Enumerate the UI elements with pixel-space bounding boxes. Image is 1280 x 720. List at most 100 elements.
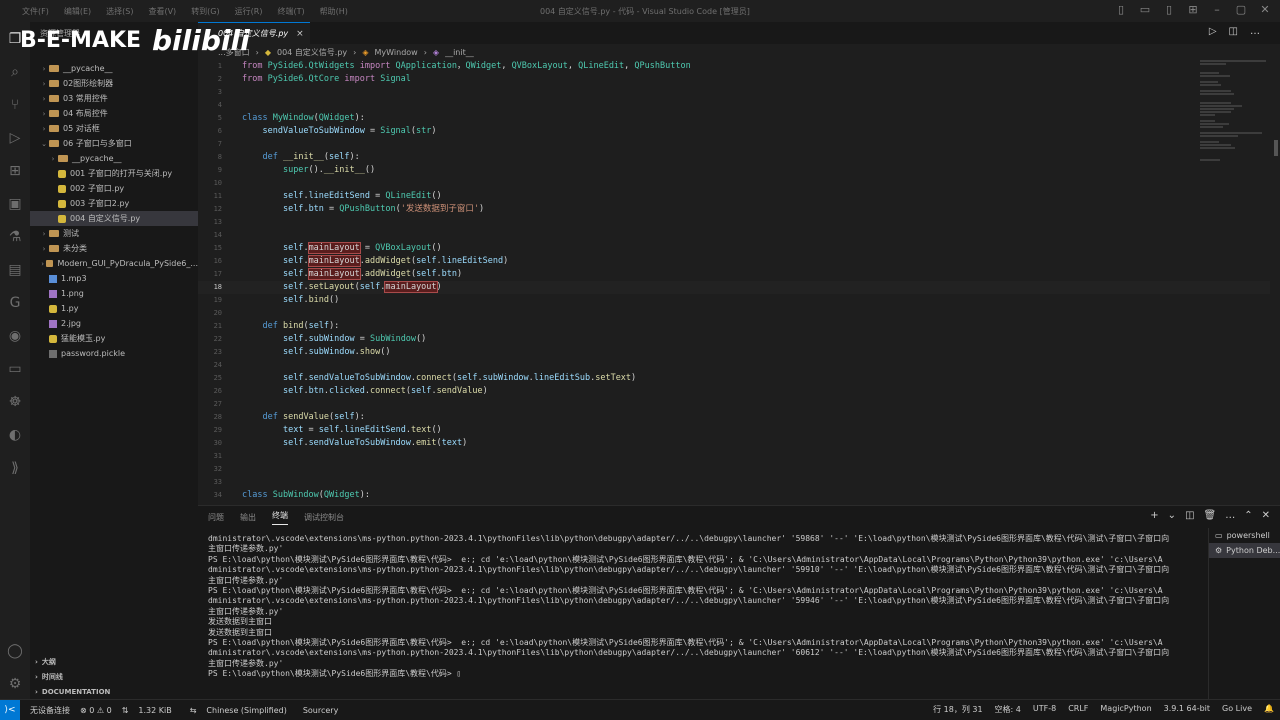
- python-interpreter[interactable]: 3.9.1 64-bit: [1164, 704, 1210, 715]
- manage-gear-icon[interactable]: ⚙: [0, 667, 30, 700]
- testing-icon[interactable]: ⚗: [0, 220, 30, 253]
- tree-folder[interactable]: ⌄ 06 子窗口与多窗口: [30, 136, 198, 151]
- menu-view[interactable]: 查看(V): [148, 6, 176, 17]
- indentation[interactable]: 空格: 4: [995, 704, 1021, 715]
- code-line[interactable]: 12 self.btn = QPushButton('发送数据到子窗口'): [198, 203, 1270, 216]
- notification-bell-icon[interactable]: 🔔: [1264, 704, 1274, 715]
- code-line[interactable]: 9 super().__init__(): [198, 164, 1270, 177]
- search-icon[interactable]: ⌕: [0, 55, 30, 88]
- settings-sync-icon[interactable]: ☸: [0, 385, 30, 418]
- code-line[interactable]: 23 self.subWindow.show(): [198, 346, 1270, 359]
- breadcrumb-method[interactable]: __init__: [445, 48, 474, 57]
- code-line[interactable]: 33: [198, 476, 1270, 489]
- breadcrumb-class[interactable]: MyWindow: [375, 48, 418, 57]
- code-line[interactable]: 21 def bind(self):: [198, 320, 1270, 333]
- bell-icon[interactable]: ⇅: [122, 706, 129, 715]
- layout-icon[interactable]: ⊞: [1186, 3, 1200, 16]
- menu-help[interactable]: 帮助(H): [320, 6, 348, 17]
- language-pack[interactable]: Chinese (Simplified): [206, 706, 286, 715]
- code-line[interactable]: 13: [198, 216, 1270, 229]
- docker-icon[interactable]: ▤: [0, 253, 30, 286]
- tree-folder[interactable]: › 03 常用控件: [30, 91, 198, 106]
- code-line[interactable]: 16 self.mainLayout.addWidget(self.lineEd…: [198, 255, 1270, 268]
- source-control-icon[interactable]: ⑂: [0, 88, 30, 121]
- go-live-button[interactable]: Go Live: [1222, 704, 1252, 715]
- code-line[interactable]: 25 self.sendValueToSubWindow.connect(sel…: [198, 372, 1270, 385]
- tree-folder[interactable]: › 02图形绘制器: [30, 76, 198, 91]
- toggle-panel-icon[interactable]: ▭: [1138, 3, 1152, 16]
- code-line[interactable]: 27: [198, 398, 1270, 411]
- tree-file[interactable]: 004 自定义信号.py: [30, 211, 198, 226]
- split-editor-icon[interactable]: ◫: [1229, 26, 1238, 37]
- code-line[interactable]: 18 self.setLayout(self.mainLayout): [198, 281, 1270, 294]
- toggle-secondary-sidebar-icon[interactable]: ▯: [1162, 3, 1176, 16]
- timeline-section[interactable]: › 时间线: [30, 670, 198, 684]
- code-line[interactable]: 14: [198, 229, 1270, 242]
- code-line[interactable]: 6 sendValueToSubWindow = Signal(str): [198, 125, 1270, 138]
- code-line[interactable]: 29 text = self.lineEditSend.text(): [198, 424, 1270, 437]
- account-icon[interactable]: ◯: [0, 634, 30, 667]
- tree-file[interactable]: 1.py: [30, 301, 198, 316]
- tree-folder[interactable]: › Modern_GUI_PyDracula_PySide6_...: [30, 256, 198, 271]
- more-actions-icon[interactable]: …: [1250, 26, 1260, 37]
- outline-section[interactable]: › 大纲: [30, 655, 198, 669]
- tab-problems[interactable]: 问题: [208, 512, 224, 523]
- code-line[interactable]: 24: [198, 359, 1270, 372]
- tree-file[interactable]: 2.jpg: [30, 316, 198, 331]
- folder-icon[interactable]: ▭: [0, 352, 30, 385]
- menu-selection[interactable]: 选择(S): [106, 6, 133, 17]
- code-line[interactable]: 2 from PySide6.QtCore import Signal: [198, 73, 1270, 86]
- tree-folder[interactable]: › __pycache__: [30, 151, 198, 166]
- code-line[interactable]: 31: [198, 450, 1270, 463]
- sourcery-status[interactable]: Sourcery: [303, 706, 339, 715]
- tree-file[interactable]: 002 子窗口.py: [30, 181, 198, 196]
- code-line[interactable]: 5 class MyWindow(QWidget):: [198, 112, 1270, 125]
- line-endings[interactable]: CRLF: [1068, 704, 1088, 715]
- code-line[interactable]: 34 class SubWindow(QWidget):: [198, 489, 1270, 502]
- tree-folder[interactable]: › 测试: [30, 226, 198, 241]
- more-icon[interactable]: …: [1225, 510, 1235, 521]
- browser-icon[interactable]: ◉: [0, 319, 30, 352]
- language-mode[interactable]: MagicPython: [1100, 704, 1151, 715]
- chevron-down-icon[interactable]: ⌄: [1168, 510, 1176, 521]
- code-line[interactable]: 26 self.btn.clicked.connect(self.sendVal…: [198, 385, 1270, 398]
- code-editor[interactable]: 1 from PySide6.QtWidgets import QApplicat…: [198, 60, 1270, 505]
- tree-file[interactable]: password.pickle: [30, 346, 198, 361]
- code-line[interactable]: 7: [198, 138, 1270, 151]
- split-terminal-icon[interactable]: ◫: [1185, 510, 1194, 521]
- terminal-output[interactable]: dministrator\.vscode\extensions\ms-pytho…: [208, 534, 1204, 700]
- edge-icon[interactable]: ◐: [0, 418, 30, 451]
- maximize-icon[interactable]: ▢: [1234, 3, 1248, 16]
- tree-file[interactable]: 猛能模玉.py: [30, 331, 198, 346]
- close-panel-icon[interactable]: ✕: [1262, 510, 1270, 521]
- remote-indicator[interactable]: ⟩<: [0, 699, 20, 720]
- code-line[interactable]: 19 self.bind(): [198, 294, 1270, 307]
- code-line[interactable]: 11 self.lineEditSend = QLineEdit(): [198, 190, 1270, 203]
- code-line[interactable]: 20: [198, 307, 1270, 320]
- code-line[interactable]: 30 self.sendValueToSubWindow.emit(text): [198, 437, 1270, 450]
- menu-run[interactable]: 运行(R): [235, 6, 263, 17]
- cursor-position[interactable]: 行 18，列 31: [933, 704, 982, 715]
- code-line[interactable]: 32: [198, 463, 1270, 476]
- tree-file[interactable]: 001 子窗口的打开与关闭.py: [30, 166, 198, 181]
- run-debug-icon[interactable]: ▷: [0, 121, 30, 154]
- terminal-python-debug[interactable]: ⚙ Python Deb...: [1209, 543, 1280, 558]
- tree-folder[interactable]: › 05 对话框: [30, 121, 198, 136]
- encoding[interactable]: UTF-8: [1033, 704, 1056, 715]
- extensions-icon[interactable]: ⊞: [0, 154, 30, 187]
- code-line[interactable]: 22 self.subWindow = SubWindow(): [198, 333, 1270, 346]
- minimap[interactable]: [1200, 60, 1270, 505]
- menu-file[interactable]: 文件(F): [22, 6, 49, 17]
- device-status[interactable]: 无设备连接: [30, 705, 70, 716]
- new-terminal-icon[interactable]: +: [1150, 510, 1158, 521]
- code-line[interactable]: 1 from PySide6.QtWidgets import QApplicat…: [198, 60, 1270, 73]
- tree-file[interactable]: 003 子窗口2.py: [30, 196, 198, 211]
- sync-icon[interactable]: ⇆: [190, 706, 197, 715]
- toggle-sidebar-icon[interactable]: ▯: [1114, 3, 1128, 16]
- gitlens-icon[interactable]: G: [0, 286, 30, 319]
- code-line[interactable]: 4: [198, 99, 1270, 112]
- remote-explorer-icon[interactable]: ▣: [0, 187, 30, 220]
- tree-folder[interactable]: › __pycache__: [30, 61, 198, 76]
- close-icon[interactable]: ×: [296, 29, 304, 39]
- documentation-section[interactable]: › DOCUMENTATION: [30, 685, 198, 699]
